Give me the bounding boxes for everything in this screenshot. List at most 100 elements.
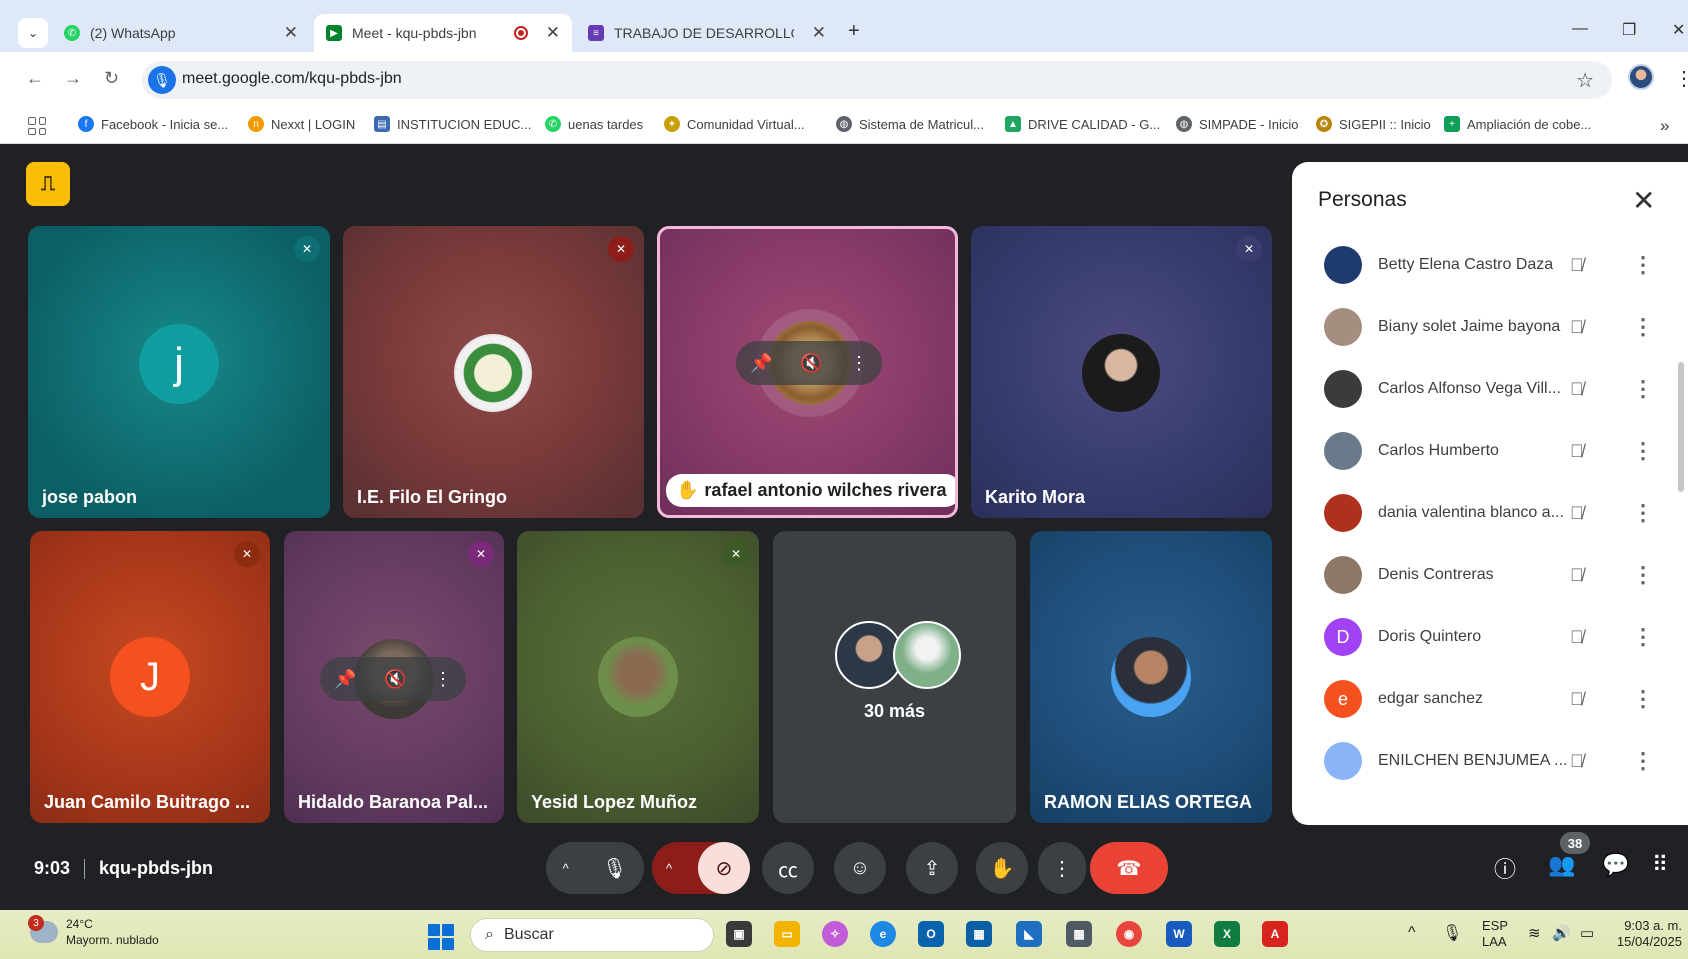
list-item[interactable]: Carlos Alfonso Vega Vill... 🎙̸ ⋮ <box>1292 358 1688 420</box>
language-indicator[interactable]: ESP LAA <box>1482 918 1508 950</box>
list-item[interactable]: Carlos Humberto 🎙̸ ⋮ <box>1292 420 1688 482</box>
panel-scrollbar[interactable] <box>1678 362 1684 492</box>
bookmark-comunidad[interactable]: ✦ Comunidad Virtual... <box>664 116 805 132</box>
chat-icon[interactable]: 💬 <box>1602 852 1629 878</box>
window-close-button[interactable]: ✕ <box>1672 20 1685 40</box>
participant-tile-yesid[interactable]: ✕ Yesid Lopez Muñoz <box>517 531 759 823</box>
microphone-in-use-icon[interactable]: 🎙 <box>148 66 176 94</box>
calculator-icon[interactable]: ▦ <box>1066 921 1092 947</box>
taskbar-search-box[interactable]: ⌕ Buscar <box>470 918 714 952</box>
weather-widget[interactable]: 3 24°C Mayorm. nublado <box>28 915 159 948</box>
volume-icon[interactable]: 🔊 <box>1552 924 1571 942</box>
close-icon[interactable]: ✕ <box>284 23 298 43</box>
participant-tile-juan-camilo[interactable]: ✕ J Juan Camilo Buitrago ... <box>30 531 270 823</box>
participant-tile-rafael[interactable]: 📌 🔇 ⋮ ✋ rafael antonio wilches rivera <box>657 226 958 518</box>
more-bookmarks-button[interactable]: » <box>1660 116 1669 136</box>
mic-off-icon[interactable]: 🎙̸ <box>1570 317 1584 338</box>
meeting-details-icon[interactable]: ⓘ <box>1494 852 1516 884</box>
present-screen-icon[interactable]: ⇪ <box>906 842 958 894</box>
activities-icon[interactable]: ⠿ <box>1652 852 1668 878</box>
task-view-icon[interactable]: ▣ <box>726 921 752 947</box>
mic-off-icon[interactable]: 🎙̸ <box>1570 503 1584 524</box>
participant-tile-jose-pabon[interactable]: ✕ j jose pabon <box>28 226 330 518</box>
mic-off-icon[interactable]: 🎙̸ <box>1570 689 1584 710</box>
more-options-icon[interactable]: ⋮ <box>434 669 452 690</box>
participant-tile-hidaldo[interactable]: ✕ 📌 🔇 ⋮ Hidaldo Baranoa Pal... <box>284 531 504 823</box>
word-icon[interactable]: W <box>1166 921 1192 947</box>
emoji-reaction-icon[interactable]: ☺ <box>834 842 886 894</box>
more-options-icon[interactable]: ⋮ <box>1632 562 1654 588</box>
pin-icon[interactable]: 📌 <box>334 669 356 690</box>
pin-icon[interactable]: 📌 <box>750 353 772 374</box>
profile-avatar[interactable] <box>1628 64 1654 90</box>
battery-icon[interactable]: ▭ <box>1580 924 1594 942</box>
participant-tile-ie-filo[interactable]: ✕ I.E. Filo El Gringo <box>343 226 644 518</box>
more-options-icon[interactable]: ⋮ <box>1632 500 1654 526</box>
more-options-icon[interactable]: ⋮ <box>1632 252 1654 278</box>
list-item[interactable]: D Doris Quintero 🎙̸ ⋮ <box>1292 606 1688 668</box>
restore-button[interactable]: ❐ <box>1622 20 1636 40</box>
more-options-icon[interactable]: ⋮ <box>1632 686 1654 712</box>
bookmark-matricula[interactable]: ◍ Sistema de Matricul... <box>836 116 984 132</box>
bookmark-ampliacion[interactable]: + Ampliación de cobe... <box>1444 116 1591 132</box>
excel-icon[interactable]: X <box>1214 921 1240 947</box>
minimize-button[interactable]: — <box>1572 20 1588 38</box>
mute-icon[interactable]: 🔇 <box>384 669 406 690</box>
wifi-icon[interactable]: ≋ <box>1528 924 1541 942</box>
app-icon[interactable]: ▦ <box>966 921 992 947</box>
people-icon[interactable]: 👥 <box>1548 852 1575 878</box>
tab-meet[interactable]: ▶ Meet - kqu-pbds-jbn ✕ <box>314 14 572 52</box>
copilot-icon[interactable]: ✧ <box>822 921 848 947</box>
mic-off-icon[interactable]: 🎙̸ <box>1570 379 1584 400</box>
apps-grid-icon[interactable] <box>28 117 46 135</box>
system-clock[interactable]: 9:03 a. m. 15/04/2025 <box>1612 918 1682 950</box>
new-tab-button[interactable]: + <box>848 20 860 43</box>
companion-exit-icon[interactable]: ⎍ <box>26 162 70 206</box>
bookmark-whatsapp[interactable]: ✆ uenas tardes <box>545 116 643 132</box>
raise-hand-icon[interactable]: ✋ <box>976 842 1028 894</box>
edge-icon[interactable]: e <box>870 921 896 947</box>
video-options-icon[interactable]: ^ <box>666 861 672 876</box>
file-explorer-icon[interactable]: ▭ <box>774 921 800 947</box>
chrome-menu-icon[interactable]: ⋮ <box>1674 66 1688 91</box>
acrobat-icon[interactable]: A <box>1262 921 1288 947</box>
show-hidden-icons[interactable]: ^ <box>1408 924 1416 942</box>
forward-icon[interactable]: → <box>64 68 82 89</box>
participant-tile-ramon[interactable]: RAMON ELIAS ORTEGA <box>1030 531 1272 823</box>
more-options-icon[interactable]: ⋮ <box>1632 624 1654 650</box>
list-item[interactable]: e edgar sanchez 🎙̸ ⋮ <box>1292 668 1688 730</box>
close-icon[interactable]: ✕ <box>812 23 826 43</box>
more-options-icon[interactable]: ⋮ <box>1038 842 1086 894</box>
mic-off-icon[interactable]: 🎙̸ <box>1570 565 1584 586</box>
bookmark-simpade[interactable]: ◍ SIMPADE - Inicio <box>1176 116 1298 132</box>
list-item[interactable]: Betty Elena Castro Daza 🎙̸ ⋮ <box>1292 234 1688 296</box>
participant-tile-karito[interactable]: ✕ Karito Mora <box>971 226 1272 518</box>
bookmark-facebook[interactable]: f Facebook - Inicia se... <box>78 116 228 132</box>
others-tile[interactable]: 30 más <box>773 531 1016 823</box>
mic-off-icon[interactable]: 🎙̸ <box>1570 255 1584 276</box>
bookmark-star-icon[interactable]: ☆ <box>1576 68 1594 93</box>
mic-off-icon[interactable]: 🎙̸ <box>1570 751 1584 772</box>
more-options-icon[interactable]: ⋮ <box>850 353 868 374</box>
outlook-icon[interactable]: O <box>918 921 944 947</box>
bookmark-drive[interactable]: ▲ DRIVE CALIDAD - G... <box>1005 116 1160 132</box>
more-options-icon[interactable]: ⋮ <box>1632 314 1654 340</box>
audio-options-icon[interactable]: ^ <box>563 861 569 876</box>
more-options-icon[interactable]: ⋮ <box>1632 376 1654 402</box>
list-item[interactable]: dania valentina blanco a... 🎙̸ ⋮ <box>1292 482 1688 544</box>
back-icon[interactable]: ← <box>26 68 44 89</box>
captions-icon[interactable]: ㏄ <box>762 842 814 894</box>
reload-icon[interactable]: ↻ <box>104 68 119 89</box>
address-bar[interactable]: 🎙 meet.google.com/kqu-pbds-jbn ☆ <box>142 61 1612 99</box>
list-item[interactable]: Denis Contreras 🎙̸ ⋮ <box>1292 544 1688 606</box>
bookmark-institucion[interactable]: ▤ INSTITUCION EDUC... <box>374 116 531 132</box>
tab-whatsapp[interactable]: ✆ (2) WhatsApp ✕ <box>52 14 310 52</box>
mic-off-icon[interactable]: 🎙̸ <box>1570 627 1584 648</box>
close-panel-icon[interactable]: ✕ <box>1632 184 1655 217</box>
bookmark-sigepii[interactable]: ✪ SIGEPII :: Inicio <box>1316 116 1431 132</box>
mute-icon[interactable]: 🔇 <box>800 353 822 374</box>
list-item[interactable]: Biany solet Jaime bayona 🎙̸ ⋮ <box>1292 296 1688 358</box>
app-icon[interactable]: ◣ <box>1016 921 1042 947</box>
more-options-icon[interactable]: ⋮ <box>1632 748 1654 774</box>
leave-call-button[interactable]: ☎ <box>1090 842 1168 894</box>
